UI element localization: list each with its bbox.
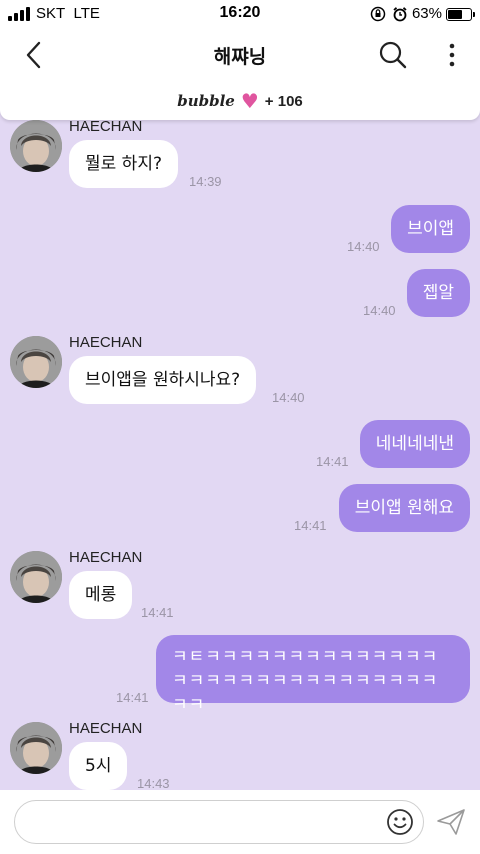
sender-name: HAECHAN <box>69 118 143 135</box>
sender-name: HAECHAN <box>69 720 143 737</box>
avatar[interactable] <box>10 551 62 603</box>
bubble-logo: bubble <box>177 92 235 110</box>
message-bubble-outgoing[interactable]: ㅋㅌㅋㅋㅋㅋㅋㅋㅋㅋㅋㅋㅋㅋㅋㅋㅋㅋㅋㅋㅋㅋㅋㅋㅋㅋㅋㅋㅋㅋㅋㅋㅋㅋ <box>156 635 470 715</box>
bubble-count: + 106 <box>264 92 303 110</box>
avatar-image <box>10 722 62 774</box>
sender-name: HAECHAN <box>69 549 143 566</box>
signal-icon <box>8 7 30 21</box>
more-vertical-icon[interactable] <box>446 40 458 70</box>
chat-title: 해쨔닝 <box>213 46 267 68</box>
network-type: LTE <box>73 5 100 22</box>
sender-name: HAECHAN <box>69 334 143 351</box>
alarm-icon <box>393 7 407 22</box>
message-bubble-outgoing[interactable]: 브이앱 원해요 <box>338 484 470 532</box>
avatar-image <box>10 551 62 603</box>
chat-header: 해쨔닝 <box>0 28 480 82</box>
message-time: 14:43 <box>137 776 170 790</box>
smiley-icon[interactable] <box>386 808 414 836</box>
message-bubble[interactable]: 브이앱을 원하시나요? <box>69 356 257 404</box>
message-input-bar <box>0 790 480 854</box>
battery-icon <box>446 8 475 21</box>
message-time: 14:41 <box>141 605 174 620</box>
message-bubble-outgoing[interactable]: 브이앱 <box>391 205 470 253</box>
carrier-name: SKT <box>36 5 66 22</box>
status-bar: SKT LTE 16:20 63% <box>0 0 480 28</box>
chevron-left-icon[interactable] <box>20 40 48 70</box>
message-time: 14:40 <box>347 239 380 254</box>
avatar-image <box>10 336 62 388</box>
message-bubble-outgoing[interactable]: 젭알 <box>406 269 470 317</box>
heart-icon: ♥ <box>240 89 259 113</box>
avatar-image <box>10 120 62 172</box>
rotation-lock-icon <box>370 6 386 22</box>
chat-area[interactable]: bubble ♥ + 106 HAECHAN 뭘로 하지? 14:39 브이앱 … <box>0 82 480 790</box>
message-time: 14:39 <box>189 174 222 189</box>
search-icon[interactable] <box>378 40 408 70</box>
status-icons <box>370 6 408 22</box>
avatar[interactable] <box>10 120 62 172</box>
battery-fill <box>448 10 462 19</box>
bubble-banner[interactable]: bubble ♥ + 106 <box>0 82 480 120</box>
message-bubble[interactable]: 5시 <box>69 742 128 790</box>
message-time: 14:40 <box>363 303 396 318</box>
message-input[interactable] <box>14 800 424 844</box>
send-icon[interactable] <box>436 808 466 836</box>
message-time: 14:41 <box>294 518 327 533</box>
carrier-label: SKT LTE <box>36 5 100 22</box>
message-time: 14:40 <box>272 390 305 405</box>
avatar[interactable] <box>10 722 62 774</box>
message-bubble[interactable]: 뭘로 하지? <box>69 140 178 188</box>
message-time: 14:41 <box>116 690 149 705</box>
message-bubble-outgoing[interactable]: 네네네네낸 <box>359 420 470 468</box>
message-bubble[interactable]: 메롱 <box>69 571 133 619</box>
message-time: 14:41 <box>316 454 349 469</box>
avatar[interactable] <box>10 336 62 388</box>
battery-percent: 63% <box>411 5 442 22</box>
